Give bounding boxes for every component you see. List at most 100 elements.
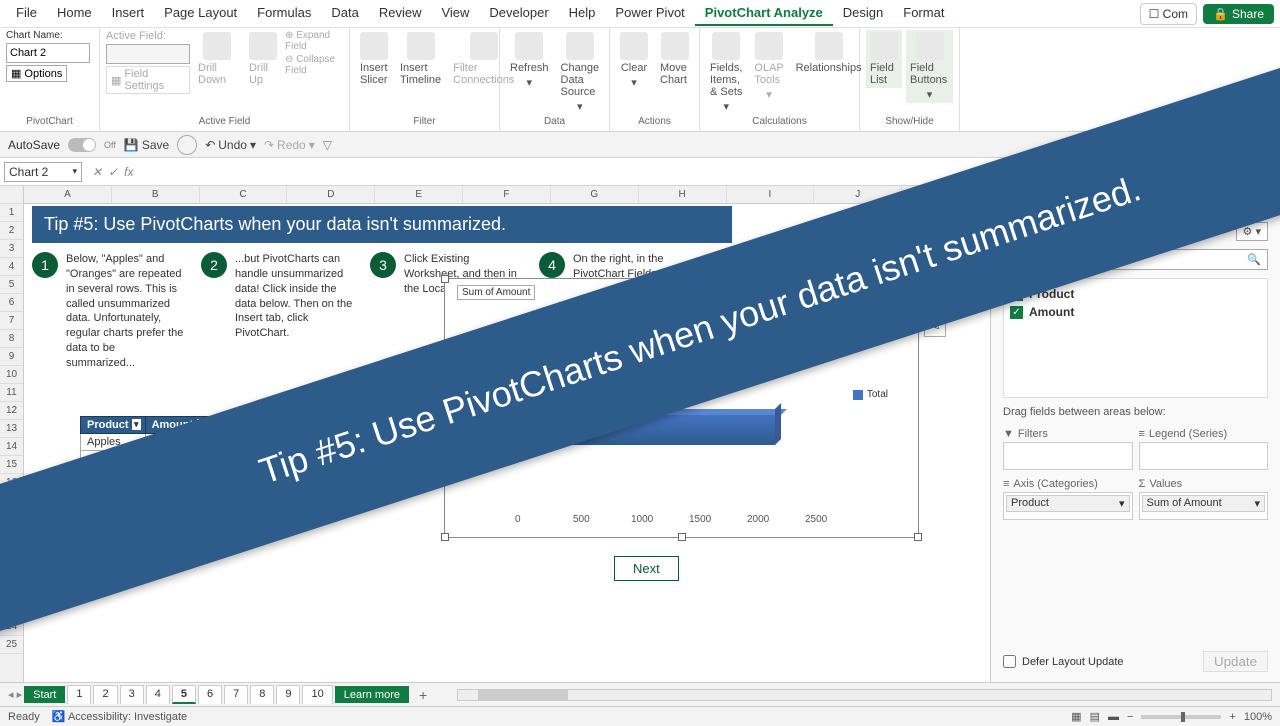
tab-home[interactable]: Home: [47, 1, 102, 26]
clear-button[interactable]: Clear ▾: [616, 30, 652, 91]
tab-review[interactable]: Review: [369, 1, 432, 26]
view-layout-icon[interactable]: ▤: [1090, 710, 1100, 723]
sheet-tab-1[interactable]: 1: [67, 685, 91, 704]
sheet-nav-left-icon[interactable]: ◂ ▸: [8, 688, 22, 701]
chart-legend: Total: [853, 389, 888, 400]
tab-format[interactable]: Format: [893, 1, 954, 26]
tab-view[interactable]: View: [431, 1, 479, 26]
redo-button: ↷ Redo ▾: [264, 138, 315, 152]
view-break-icon[interactable]: ▬: [1108, 711, 1119, 723]
group-label-calc: Calculations: [706, 116, 853, 129]
cancel-icon[interactable]: ✕: [92, 165, 102, 179]
comments-button[interactable]: ☐ Com: [1140, 3, 1197, 25]
ribbon: Chart Name: ▦Options PivotChart Active F…: [0, 28, 1280, 132]
olap-tools-button: OLAP Tools ▾: [750, 30, 787, 103]
status-ready: Ready: [8, 711, 40, 723]
column-headers[interactable]: ABCDEFGHIJK: [24, 186, 990, 204]
tab-design[interactable]: Design: [833, 1, 893, 26]
insert-slicer-button[interactable]: Insert Slicer: [356, 30, 392, 88]
sheet-tab-learn-more[interactable]: Learn more: [335, 686, 409, 703]
sheet-tab-7[interactable]: 7: [224, 685, 248, 704]
zoom-in-icon[interactable]: +: [1229, 711, 1235, 723]
share-button[interactable]: 🔒 Share: [1203, 4, 1274, 24]
insert-timeline-button[interactable]: Insert Timeline: [396, 30, 445, 88]
save-button[interactable]: 💾 Save: [124, 138, 169, 152]
area-values-drop[interactable]: Sum of Amount▾: [1139, 492, 1269, 520]
field-buttons-button[interactable]: Field Buttons ▾: [906, 30, 953, 103]
sheet-tab-8[interactable]: 8: [250, 685, 274, 704]
area-axis-header: ≡ Axis (Categories): [1003, 476, 1133, 492]
autosave-off-label: Off: [104, 140, 116, 150]
tab-data[interactable]: Data: [321, 1, 368, 26]
sheet-tab-2[interactable]: 2: [93, 685, 117, 704]
new-sheet-button[interactable]: +: [411, 685, 435, 705]
change-data-source-button[interactable]: Change Data Source ▾: [557, 30, 604, 115]
zoom-out-icon[interactable]: −: [1127, 711, 1133, 723]
autosave-label: AutoSave: [8, 138, 60, 152]
update-button: Update: [1203, 651, 1268, 672]
area-legend-drop[interactable]: [1139, 442, 1269, 470]
fx-icon[interactable]: fx: [124, 165, 133, 179]
sheet-tab-start[interactable]: Start: [24, 686, 65, 703]
drill-up-button: Drill Up: [245, 30, 281, 88]
defer-label: Defer Layout Update: [1022, 656, 1124, 668]
next-button[interactable]: Next: [614, 556, 679, 581]
sheet-tab-6[interactable]: 6: [198, 685, 222, 704]
status-accessibility[interactable]: ♿ Accessibility: Investigate: [52, 710, 187, 723]
chart-name-input[interactable]: [6, 43, 90, 63]
drag-areas-label: Drag fields between areas below:: [1003, 406, 1268, 418]
group-label-pivotchart: PivotChart: [6, 116, 93, 129]
group-label-data: Data: [506, 116, 603, 129]
field-list[interactable]: ✓Product✓Amount: [1003, 278, 1268, 398]
tab-help[interactable]: Help: [559, 1, 606, 26]
tip-banner: Tip #5: Use PivotCharts when your data i…: [32, 206, 732, 243]
tab-formulas[interactable]: Formulas: [247, 1, 321, 26]
chart-name-label: Chart Name:: [6, 30, 63, 41]
tab-page-layout[interactable]: Page Layout: [154, 1, 247, 26]
status-bar: Ready ♿ Accessibility: Investigate ▦ ▤ ▬…: [0, 706, 1280, 726]
undo-button[interactable]: ↶ Undo ▾: [205, 138, 256, 152]
field-list-button[interactable]: Field List: [866, 30, 902, 88]
active-field-input[interactable]: [106, 44, 190, 64]
zoom-slider[interactable]: [1141, 715, 1221, 719]
menu-tabs: FileHomeInsertPage LayoutFormulasDataRev…: [0, 0, 1280, 28]
refresh-button[interactable]: Refresh ▾: [506, 30, 553, 91]
group-label-filter: Filter: [356, 116, 493, 129]
sheet-tab-10[interactable]: 10: [302, 685, 332, 704]
step-2: 2...but PivotCharts can handle unsummari…: [201, 252, 356, 371]
area-axis-drop[interactable]: Product▾: [1003, 492, 1133, 520]
options-button[interactable]: ▦Options: [6, 65, 67, 82]
horizontal-scrollbar[interactable]: [457, 689, 1272, 701]
sheet-tab-5[interactable]: 5: [172, 685, 196, 704]
sheet-tabs: ◂ ▸ Start 12345678910 Learn more +: [0, 682, 1280, 706]
tab-developer[interactable]: Developer: [479, 1, 558, 26]
autosave-toggle[interactable]: [68, 138, 96, 152]
view-normal-icon[interactable]: ▦: [1071, 710, 1081, 723]
drill-down-button: Drill Down: [194, 30, 241, 88]
group-label-show: Show/Hide: [866, 116, 953, 129]
move-chart-button[interactable]: Move Chart: [656, 30, 693, 88]
relationships-button[interactable]: Relationships: [792, 30, 866, 76]
active-field-label: Active Field:: [106, 30, 190, 42]
step-1: 1Below, "Apples" and "Oranges" are repea…: [32, 252, 187, 371]
area-filters-drop[interactable]: [1003, 442, 1133, 470]
fields-items-sets-button[interactable]: Fields, Items, & Sets ▾: [706, 30, 746, 115]
chart-title[interactable]: Sum of Amount: [457, 285, 535, 300]
defer-layout-checkbox[interactable]: [1003, 655, 1016, 668]
sheet-tab-3[interactable]: 3: [120, 685, 144, 704]
field-amount[interactable]: ✓Amount: [1010, 303, 1261, 321]
tab-power-pivot[interactable]: Power Pivot: [605, 1, 694, 26]
sheet-tab-4[interactable]: 4: [146, 685, 170, 704]
zoom-level[interactable]: 100%: [1244, 711, 1272, 723]
enter-icon[interactable]: ✓: [108, 165, 118, 179]
tab-pivotchart-analyze[interactable]: PivotChart Analyze: [695, 1, 833, 26]
collapse-field-button: ⊖ Collapse Field: [285, 54, 343, 76]
name-box[interactable]: Chart 2▾: [4, 162, 82, 182]
search-icon: 🔍: [1247, 253, 1261, 266]
group-label-actions: Actions: [616, 116, 693, 129]
tab-insert[interactable]: Insert: [102, 1, 155, 26]
tab-file[interactable]: File: [6, 1, 47, 26]
area-values-header: Σ Values: [1139, 476, 1269, 492]
sheet-tab-9[interactable]: 9: [276, 685, 300, 704]
touch-mode-button[interactable]: [177, 135, 197, 155]
